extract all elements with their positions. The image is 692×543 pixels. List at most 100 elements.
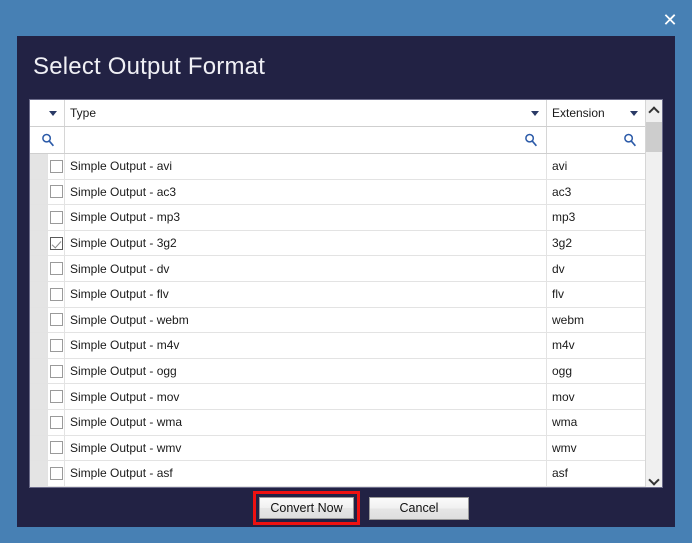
row-checkbox-cell[interactable] [48, 409, 65, 435]
cell-extension: wmv [552, 440, 577, 455]
cell-extension: webm [552, 312, 585, 327]
cell-type: Simple Output - ac3 [65, 179, 547, 205]
row-gutter [30, 358, 48, 384]
checkbox-unchecked[interactable] [49, 466, 63, 480]
table-row[interactable]: Simple Output - mp3 mp3 [30, 205, 662, 231]
dialog-window: ✕ Select Output Format Type Extension Si… [0, 0, 692, 543]
dialog-body: Select Output Format Type Extension Simp… [17, 36, 675, 527]
cell-type: Simple Output - ogg [65, 358, 547, 384]
cell-extension: asf [552, 466, 569, 481]
row-gutter [30, 256, 48, 281]
scroll-down-button[interactable] [646, 470, 662, 487]
checkbox-checked[interactable] [49, 236, 63, 250]
row-gutter [30, 435, 48, 461]
cell-type: Simple Output - dv [65, 256, 547, 281]
row-checkbox-cell[interactable] [48, 154, 65, 179]
cell-type: Simple Output - webm [65, 307, 547, 333]
row-gutter [30, 333, 48, 358]
row-checkbox-cell[interactable] [48, 333, 65, 358]
checkbox-unchecked[interactable] [49, 441, 63, 455]
chevron-up-icon [650, 106, 657, 113]
table-row[interactable]: Simple Output - ac3 ac3 [30, 179, 662, 206]
cell-type: Simple Output - avi [65, 154, 547, 179]
scroll-up-button[interactable] [646, 100, 662, 117]
search-icon[interactable] [623, 133, 637, 147]
checkbox-unchecked[interactable] [49, 185, 63, 199]
cancel-button[interactable]: Cancel [369, 497, 469, 520]
close-icon[interactable]: ✕ [660, 11, 680, 31]
table-row[interactable]: Simple Output - ogg ogg [30, 358, 662, 385]
checkbox-unchecked[interactable] [49, 415, 63, 429]
row-gutter [30, 179, 48, 205]
row-checkbox-cell[interactable] [48, 307, 65, 333]
table-row[interactable]: Simple Output - wma wma [30, 409, 662, 436]
cell-extension: m4v [552, 338, 575, 353]
chevron-down-icon[interactable] [630, 111, 638, 116]
scrollbar-thumb[interactable] [646, 122, 662, 152]
cell-extension: ac3 [552, 184, 572, 199]
row-gutter [30, 230, 48, 256]
table-row[interactable]: Simple Output - flv flv [30, 281, 662, 308]
cell-extension: flv [552, 287, 564, 302]
row-gutter [30, 154, 48, 179]
checkbox-unchecked[interactable] [49, 159, 63, 173]
row-checkbox-cell[interactable] [48, 256, 65, 281]
filter-cell-select[interactable] [30, 127, 65, 153]
cell-extension: avi [552, 159, 568, 174]
checkbox-unchecked[interactable] [49, 262, 63, 276]
checkbox-unchecked[interactable] [49, 287, 63, 301]
cell-extension: 3g2 [552, 236, 573, 251]
row-checkbox-cell[interactable] [48, 384, 65, 409]
row-checkbox-cell[interactable] [48, 205, 65, 230]
cell-type: Simple Output - mp3 [65, 205, 547, 230]
page-title: Select Output Format [33, 53, 266, 80]
table-row[interactable]: Simple Output - asf asf [30, 461, 662, 487]
table-row[interactable]: Simple Output - webm webm [30, 307, 662, 334]
table-row[interactable]: Simple Output - dv dv [30, 256, 662, 282]
filter-cell-extension[interactable] [547, 127, 645, 153]
search-icon[interactable] [41, 133, 55, 147]
title-bar: ✕ [0, 0, 692, 36]
table-row[interactable]: Simple Output - avi avi [30, 154, 662, 180]
convert-now-button[interactable]: Convert Now [259, 497, 354, 519]
cell-extension: mp3 [552, 210, 576, 225]
row-gutter [30, 307, 48, 333]
row-checkbox-cell[interactable] [48, 358, 65, 384]
cell-type: Simple Output - wmv [65, 435, 547, 461]
checkbox-unchecked[interactable] [49, 313, 63, 327]
cell-type: Simple Output - mov [65, 384, 547, 409]
row-checkbox-cell[interactable] [48, 461, 65, 486]
grid-body[interactable]: Simple Output - avi avi Simple Output - ac… [30, 154, 662, 487]
search-icon[interactable] [524, 133, 538, 147]
row-checkbox-cell[interactable] [48, 435, 65, 461]
table-row[interactable]: Simple Output - 3g2 3g2 [30, 230, 662, 257]
checkbox-unchecked[interactable] [49, 390, 63, 404]
cell-extension: wma [552, 415, 578, 430]
checkbox-unchecked[interactable] [49, 210, 63, 224]
chevron-down-icon[interactable] [49, 111, 57, 116]
cell-extension: ogg [552, 364, 573, 379]
checkbox-unchecked[interactable] [49, 338, 63, 352]
row-checkbox-cell[interactable] [48, 281, 65, 307]
row-checkbox-cell[interactable] [48, 179, 65, 205]
dialog-footer: Convert Now Cancel [17, 488, 675, 527]
cell-type: Simple Output - flv [65, 281, 547, 307]
vertical-scrollbar[interactable] [645, 100, 662, 487]
chevron-down-icon[interactable] [531, 111, 539, 116]
filter-cell-type[interactable] [65, 127, 547, 153]
cell-type: Simple Output - 3g2 [65, 230, 547, 256]
table-row[interactable]: Simple Output - wmv wmv [30, 435, 662, 462]
row-checkbox-cell[interactable] [48, 230, 65, 256]
row-gutter [30, 281, 48, 307]
cell-type: Simple Output - asf [65, 461, 547, 486]
column-header-extension[interactable]: Extension [547, 100, 645, 126]
column-header-extension-label: Extension [552, 106, 605, 120]
row-gutter [30, 409, 48, 435]
row-gutter [30, 384, 48, 409]
column-header-type[interactable]: Type [65, 100, 547, 126]
table-row[interactable]: Simple Output - mov mov [30, 384, 662, 410]
cell-extension: dv [552, 261, 565, 276]
checkbox-unchecked[interactable] [49, 364, 63, 378]
table-row[interactable]: Simple Output - m4v m4v [30, 333, 662, 359]
column-header-select[interactable] [30, 100, 65, 126]
